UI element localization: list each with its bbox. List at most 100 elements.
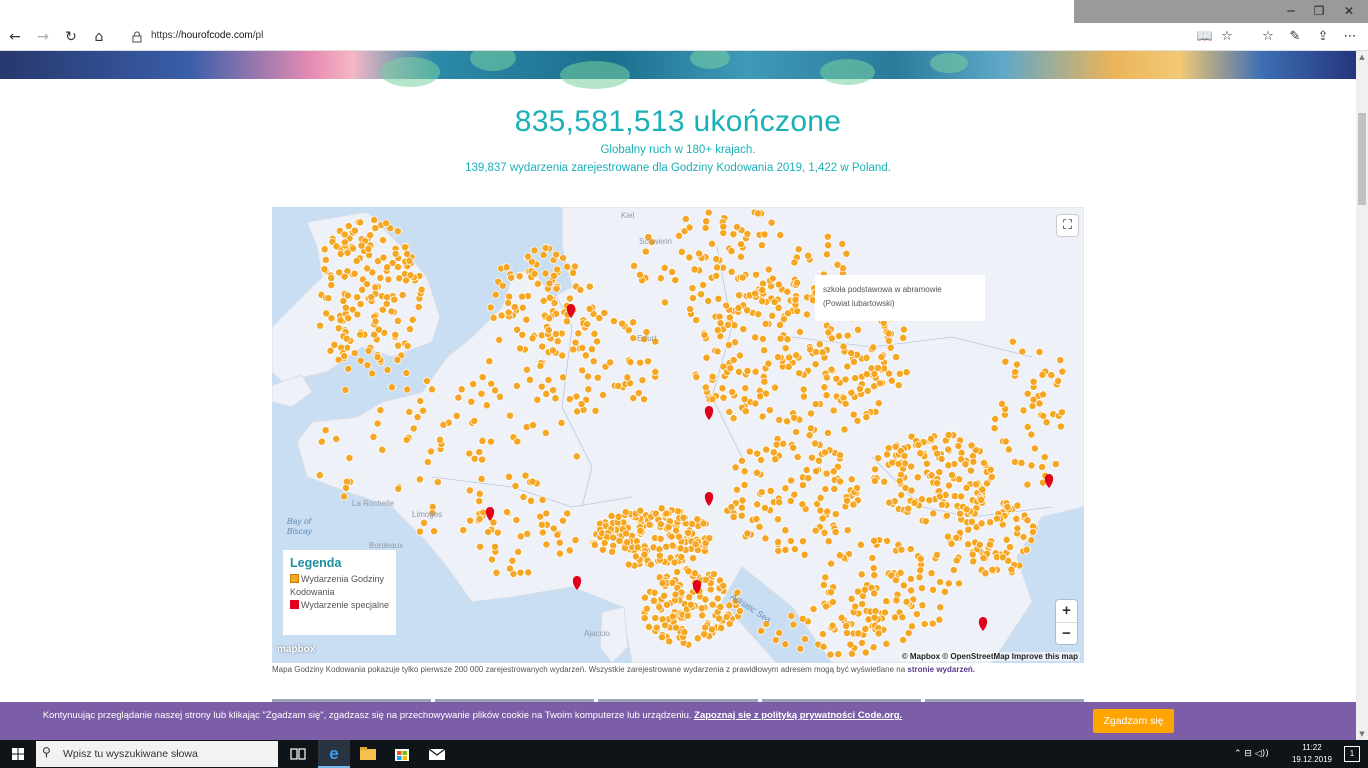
event-marker[interactable] <box>826 650 835 659</box>
event-marker[interactable] <box>1035 399 1044 408</box>
event-marker[interactable] <box>873 363 882 372</box>
event-marker[interactable] <box>433 478 442 487</box>
event-marker[interactable] <box>563 509 572 518</box>
event-marker[interactable] <box>342 483 350 492</box>
event-marker[interactable] <box>847 349 856 357</box>
event-marker[interactable] <box>512 516 521 524</box>
notification-center-icon[interactable]: 1 <box>1344 746 1360 762</box>
event-marker[interactable] <box>955 579 963 588</box>
event-marker[interactable] <box>341 385 350 394</box>
event-marker[interactable] <box>378 445 387 454</box>
event-marker[interactable] <box>606 358 615 367</box>
event-marker[interactable] <box>342 334 351 343</box>
home-button[interactable]: ⌂ <box>89 27 109 47</box>
event-marker[interactable] <box>705 534 714 543</box>
event-marker[interactable] <box>419 406 428 415</box>
event-marker[interactable] <box>922 459 931 468</box>
event-marker[interactable] <box>539 250 548 259</box>
event-marker[interactable] <box>685 253 694 262</box>
event-marker[interactable] <box>349 244 357 253</box>
event-marker[interactable] <box>662 542 671 551</box>
event-marker[interactable] <box>595 314 604 323</box>
event-marker[interactable] <box>409 424 418 433</box>
event-marker[interactable] <box>487 555 496 564</box>
event-marker[interactable] <box>1012 514 1021 523</box>
event-marker[interactable] <box>858 600 867 609</box>
event-marker[interactable] <box>394 341 403 350</box>
event-marker[interactable] <box>553 265 562 274</box>
event-marker[interactable] <box>332 435 341 443</box>
event-marker[interactable] <box>1023 480 1032 489</box>
event-marker[interactable] <box>555 549 564 558</box>
mapbox-logo[interactable]: mapbox <box>277 644 315 655</box>
event-marker[interactable] <box>756 392 765 401</box>
event-marker[interactable] <box>880 477 889 486</box>
event-marker[interactable] <box>787 611 796 620</box>
event-marker[interactable] <box>899 333 908 342</box>
event-marker[interactable] <box>967 441 976 450</box>
event-marker[interactable] <box>661 621 670 630</box>
event-marker[interactable] <box>522 315 531 324</box>
event-marker[interactable] <box>758 286 767 295</box>
event-marker[interactable] <box>506 411 514 420</box>
event-marker[interactable] <box>902 368 911 377</box>
privacy-policy-link[interactable]: Zapoznaj się z polityką prywatności Code… <box>694 710 902 721</box>
event-marker[interactable] <box>857 570 866 579</box>
event-marker[interactable] <box>740 481 749 489</box>
event-marker[interactable] <box>650 588 659 597</box>
event-marker[interactable] <box>681 215 690 223</box>
event-marker[interactable] <box>358 285 367 294</box>
event-marker[interactable] <box>712 271 721 280</box>
event-marker[interactable] <box>735 367 743 376</box>
event-marker[interactable] <box>870 613 879 622</box>
event-marker[interactable] <box>569 268 578 277</box>
event-marker[interactable] <box>698 611 707 620</box>
event-marker[interactable] <box>1019 406 1028 415</box>
event-marker[interactable] <box>811 360 820 369</box>
event-marker[interactable] <box>713 594 722 603</box>
event-marker[interactable] <box>952 556 961 565</box>
event-marker[interactable] <box>847 649 856 658</box>
event-marker[interactable] <box>672 623 681 632</box>
event-marker[interactable] <box>977 495 986 504</box>
event-marker[interactable] <box>364 347 373 355</box>
event-marker[interactable] <box>589 357 598 366</box>
event-marker[interactable] <box>986 518 995 527</box>
event-marker[interactable] <box>793 278 802 287</box>
event-marker[interactable] <box>821 573 830 582</box>
scroll-down-icon[interactable]: ▼ <box>1356 728 1368 740</box>
event-marker[interactable] <box>668 541 677 550</box>
event-marker[interactable] <box>828 621 837 630</box>
event-marker[interactable] <box>393 355 402 364</box>
event-marker[interactable] <box>819 580 828 589</box>
event-marker[interactable] <box>657 504 666 513</box>
event-marker[interactable] <box>774 353 782 362</box>
event-marker[interactable] <box>762 445 771 454</box>
event-marker[interactable] <box>786 537 795 545</box>
event-marker[interactable] <box>737 503 746 512</box>
event-marker[interactable] <box>537 520 546 529</box>
event-marker[interactable] <box>630 261 639 270</box>
event-marker[interactable] <box>945 481 953 490</box>
event-marker[interactable] <box>403 249 412 258</box>
event-marker[interactable] <box>591 406 600 415</box>
event-marker[interactable] <box>774 537 783 546</box>
event-marker[interactable] <box>731 463 740 472</box>
event-marker[interactable] <box>897 491 906 499</box>
event-marker[interactable] <box>700 331 709 340</box>
event-marker[interactable] <box>978 485 987 494</box>
event-marker[interactable] <box>677 247 686 256</box>
event-marker[interactable] <box>925 496 934 505</box>
event-marker[interactable] <box>633 543 642 552</box>
event-marker[interactable] <box>475 514 484 523</box>
url-text[interactable]: https://hourofcode.com/pl <box>151 29 263 43</box>
event-marker[interactable] <box>888 458 897 467</box>
event-marker[interactable] <box>479 508 488 517</box>
event-marker[interactable] <box>486 303 495 312</box>
event-marker[interactable] <box>793 307 802 316</box>
event-marker[interactable] <box>511 482 520 490</box>
event-marker[interactable] <box>353 293 362 302</box>
event-marker[interactable] <box>885 336 893 345</box>
event-marker[interactable] <box>658 579 667 588</box>
event-marker[interactable] <box>1023 389 1032 398</box>
